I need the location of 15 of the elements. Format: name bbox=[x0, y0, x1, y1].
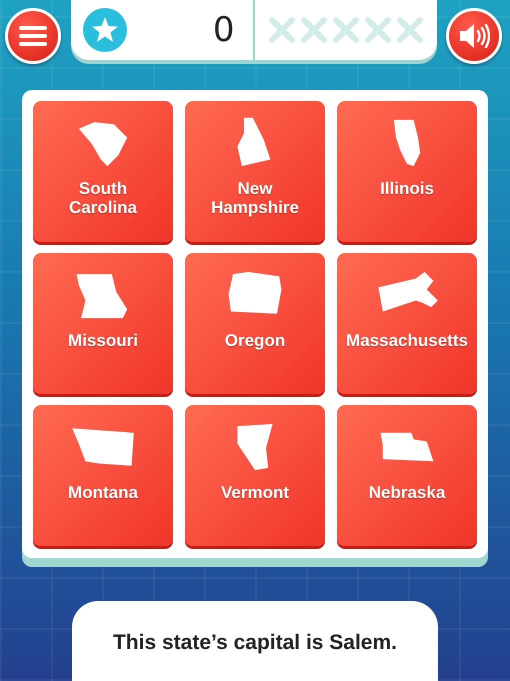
state-tile[interactable]: South Carolina bbox=[33, 101, 173, 242]
menu-button[interactable] bbox=[5, 8, 61, 64]
state-tile[interactable]: Massachusetts bbox=[337, 253, 477, 394]
sound-button[interactable] bbox=[446, 8, 502, 64]
state-tile[interactable]: Vermont bbox=[185, 405, 325, 546]
score-count: 0 bbox=[212, 10, 234, 50]
state-tile[interactable]: Oregon bbox=[185, 253, 325, 394]
state-tile[interactable]: Nebraska bbox=[337, 405, 477, 546]
state-tile[interactable]: Illinois bbox=[337, 101, 477, 242]
menu-icon bbox=[19, 25, 47, 47]
state-tile[interactable]: Missouri bbox=[33, 253, 173, 394]
speaker-icon bbox=[458, 22, 490, 50]
clue-text: This state’s capital is Salem. bbox=[112, 631, 397, 656]
state-tile[interactable]: New Hampshire bbox=[185, 101, 325, 242]
state-tile[interactable]: Montana bbox=[33, 405, 173, 546]
